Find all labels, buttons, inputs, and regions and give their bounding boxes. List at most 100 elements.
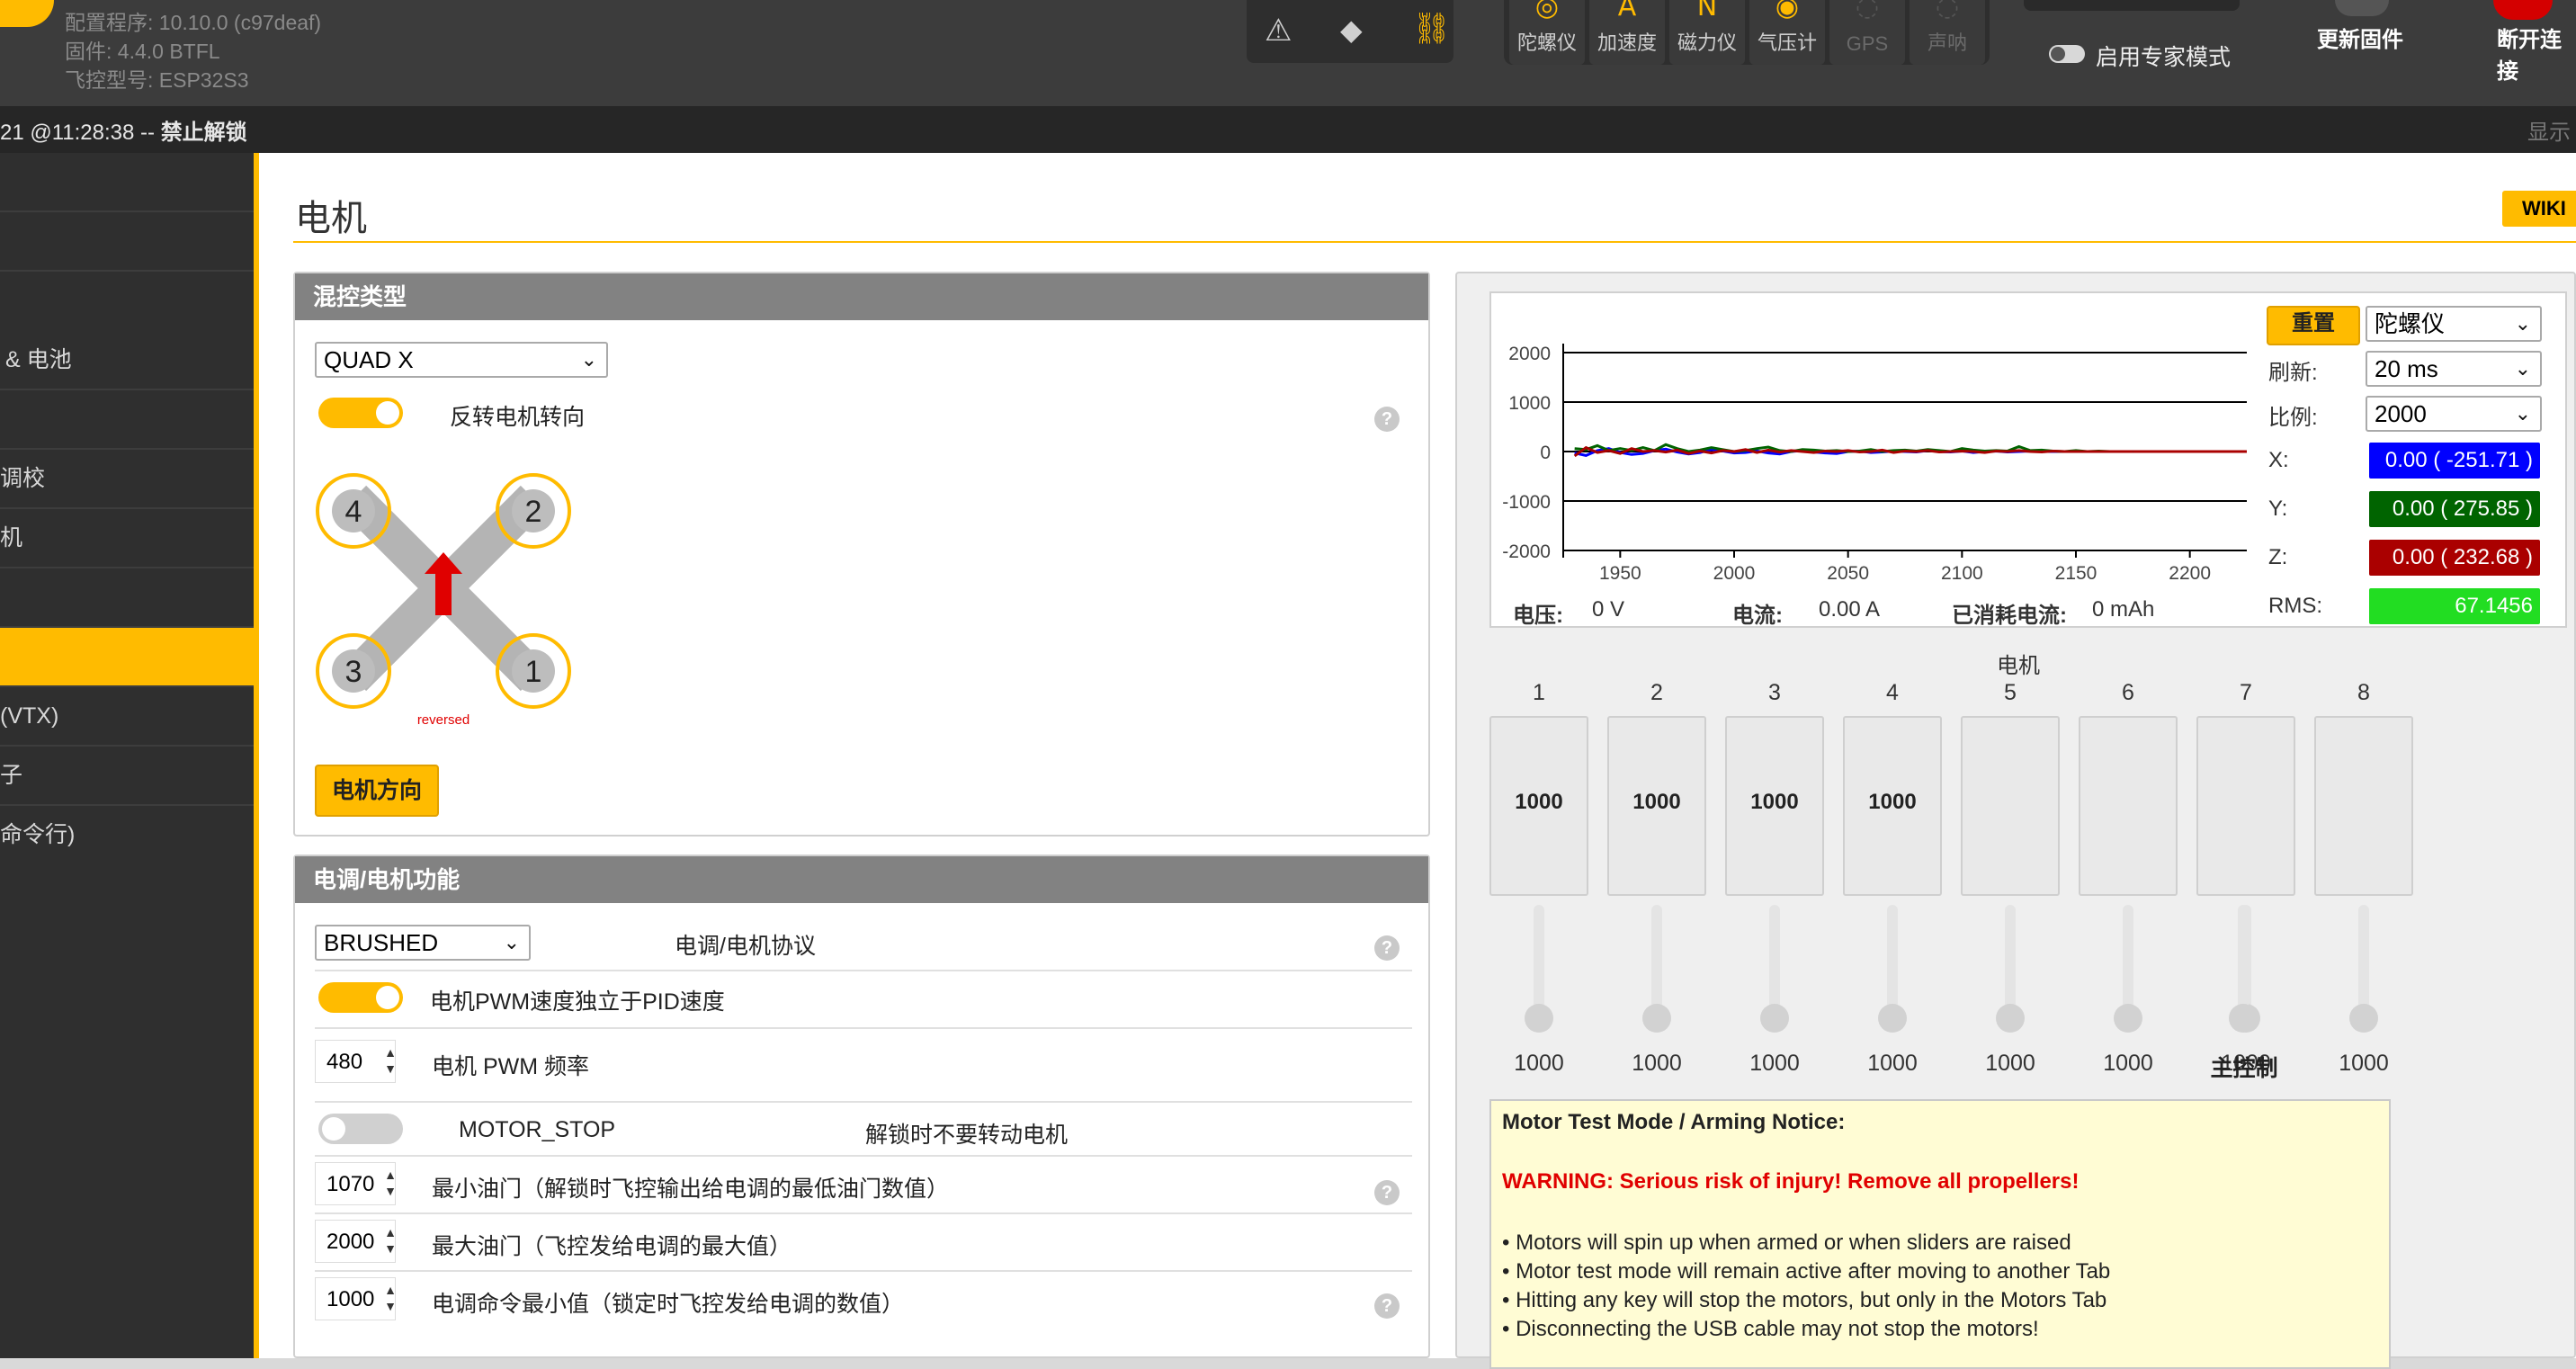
graph-sensor-select[interactable]: 陀螺仪 ⌄	[2366, 306, 2542, 342]
rms-label: RMS:	[2268, 594, 2322, 618]
motor-direction-button[interactable]: 电机方向	[315, 765, 439, 817]
notice-bullet: • Disconnecting the USB cable may not st…	[1502, 1317, 2039, 1341]
help-icon[interactable]: ?	[1374, 407, 1400, 432]
spinner-icon[interactable]: ▲ ▼	[384, 1224, 397, 1257]
motor-slider-value: 1000	[1632, 1051, 1682, 1076]
sidebar-item-sensors[interactable]: 子	[0, 747, 254, 806]
motor-slider-thumb[interactable]	[1760, 1004, 1789, 1033]
failsafe-icon: ◆	[1340, 13, 1363, 47]
motor-column-number: 8	[2357, 680, 2370, 705]
master-slider-thumb[interactable]	[2229, 1004, 2258, 1033]
motor-column-number: 1	[1533, 680, 1545, 705]
graph-x-tick-label: 2150	[2055, 563, 2097, 584]
chevron-down-icon: ⌄	[503, 931, 520, 953]
scale-select[interactable]: 2000 ⌄	[2366, 396, 2542, 432]
motor-slider-thumb[interactable]	[1525, 1004, 1553, 1033]
page-title: 电机	[295, 199, 367, 238]
pwm-frequency-label: 电机 PWM 频率	[432, 1054, 589, 1079]
notice-warning: WARNING: Serious risk of injury! Remove …	[1502, 1169, 2080, 1194]
esc-protocol-select[interactable]: BRUSHED ⌄	[315, 925, 531, 961]
expert-mode-toggle[interactable]	[2049, 45, 2085, 63]
row-divider	[315, 970, 1412, 971]
y-value-box: 0.00 ( 275.85 )	[2369, 491, 2540, 527]
mag-icon: N	[1696, 0, 1718, 22]
motor-slider-thumb[interactable]	[1642, 1004, 1671, 1033]
wiki-button[interactable]: WIKI	[2502, 191, 2576, 227]
refresh-rate-select[interactable]: 20 ms ⌄	[2366, 351, 2542, 387]
help-icon[interactable]: ?	[1374, 935, 1400, 961]
motor-slider-thumb[interactable]	[2114, 1004, 2142, 1033]
motor-slider-value: 1000	[2103, 1051, 2153, 1076]
graph-x-tick-label: 1950	[1599, 563, 1641, 584]
motor-slider-thumb[interactable]	[2349, 1004, 2378, 1033]
motor-output-value: 1000	[1515, 790, 1563, 814]
graph-y-tick-label: 1000	[1508, 393, 1551, 414]
z-axis-label: Z:	[2268, 545, 2288, 569]
arming-status: 禁止解锁	[160, 121, 247, 145]
sidebar: & 电池 调校 机 (VTX) 子 命令行)	[0, 153, 254, 1358]
spinner-icon[interactable]: ▲ ▼	[384, 1044, 397, 1077]
sidebar-item-cli[interactable]: 命令行)	[0, 806, 254, 863]
max-throttle-label: 最大油门（飞控发给电调的最大值）	[432, 1234, 792, 1259]
motors-title: 电机	[1997, 654, 2040, 678]
sidebar-item-receiver[interactable]: 机	[0, 509, 254, 568]
graph-y-tick-label: 2000	[1508, 344, 1551, 364]
motor-stop-description: 解锁时不要转动电机	[865, 1123, 1069, 1148]
notice-bullet: • Motors will spin up when armed or when…	[1502, 1230, 2071, 1255]
min-throttle-input[interactable]: 1070 ▲ ▼	[315, 1162, 397, 1205]
sensor-gps: ◌ GPS	[1829, 0, 1905, 65]
sensor-status-group: ◎ 陀螺仪 A 加速度 N 磁力仪 ◉ 气压计 ◌ GPS ◌ 声呐	[1504, 0, 1990, 65]
motor-slider-thumb[interactable]	[1878, 1004, 1907, 1033]
motor-output-value: 1000	[1750, 790, 1799, 814]
graph-x-tick-label: 2200	[2169, 563, 2211, 584]
sensor-graph: 2000 1000 0 -1000 -2000 1950 2000 2050 2100 2150 2…	[1502, 344, 2247, 584]
sidebar-item-vtx[interactable]: (VTX)	[0, 687, 254, 747]
min-command-label: 电调命令最小值（锁定时飞控发给电调的数值）	[432, 1292, 905, 1317]
consumed-label: 已消耗电流:	[1952, 604, 2067, 628]
update-firmware-button[interactable]: 更新固件	[2317, 22, 2403, 53]
graph-y-tick-label: -2000	[1502, 541, 1551, 562]
sidebar-item[interactable]	[0, 568, 254, 628]
sensor-sonar: ◌ 声呐	[1910, 0, 1985, 65]
spinner-icon[interactable]: ▲ ▼	[384, 1167, 397, 1199]
mixer-type-select[interactable]: QUAD X ⌄	[315, 342, 608, 378]
status-show-link[interactable]: 显示	[2527, 114, 2571, 146]
sidebar-item-pid-tuning[interactable]: 调校	[0, 450, 254, 509]
consumed-value: 0 mAh	[2092, 597, 2155, 622]
z-value-box: 0.00 ( 232.68 )	[2369, 540, 2540, 576]
chevron-down-icon: ⌄	[2514, 357, 2531, 380]
pwm-frequency-input[interactable]: 480 ▲ ▼	[315, 1040, 397, 1083]
motor-slider-value: 1000	[1514, 1051, 1564, 1076]
graph-y-tick-label: -1000	[1502, 492, 1551, 513]
motor-slider-value: 1000	[1749, 1051, 1800, 1076]
status-icons-group: ⚠ ◆ ⛓	[1247, 0, 1453, 63]
esc-panel-header: 电调/电机功能	[295, 856, 1428, 903]
esc-protocol-label: 电调/电机协议	[675, 934, 816, 959]
graph-reset-button[interactable]: 重置	[2267, 306, 2360, 345]
current-value: 0.00 A	[1819, 597, 1881, 622]
motor-test-notice: Motor Test Mode / Arming Notice: WARNING…	[1489, 1099, 2391, 1369]
motor-output-bar	[1961, 716, 2060, 896]
pwm-independent-toggle[interactable]	[318, 982, 403, 1013]
row-divider	[315, 1212, 1412, 1214]
sidebar-item[interactable]	[0, 153, 254, 212]
update-firmware-icon[interactable]	[2335, 0, 2389, 16]
sidebar-item[interactable]	[0, 212, 254, 272]
motor-column-number: 6	[2122, 680, 2134, 705]
max-throttle-input[interactable]: 2000 ▲ ▼	[315, 1220, 397, 1263]
sidebar-item-power-battery[interactable]: & 电池	[0, 331, 254, 390]
reverse-motor-toggle[interactable]	[318, 398, 403, 428]
sidebar-item-motors[interactable]	[0, 628, 254, 687]
row-divider	[315, 1155, 1412, 1157]
sensor-baro: ◉ 气压计	[1749, 0, 1825, 65]
help-icon[interactable]: ?	[1374, 1293, 1400, 1319]
row-divider	[315, 1101, 1412, 1103]
disconnect-button[interactable]: 断开连接	[2497, 22, 2576, 85]
motor-stop-toggle[interactable]	[318, 1114, 403, 1144]
motor-slider-value: 1000	[1985, 1051, 2035, 1076]
min-command-input[interactable]: 1000 ▲ ▼	[315, 1277, 397, 1320]
motor-slider-thumb[interactable]	[1996, 1004, 2025, 1033]
spinner-icon[interactable]: ▲ ▼	[384, 1282, 397, 1314]
help-icon[interactable]: ?	[1374, 1180, 1400, 1205]
sidebar-item[interactable]	[0, 390, 254, 450]
